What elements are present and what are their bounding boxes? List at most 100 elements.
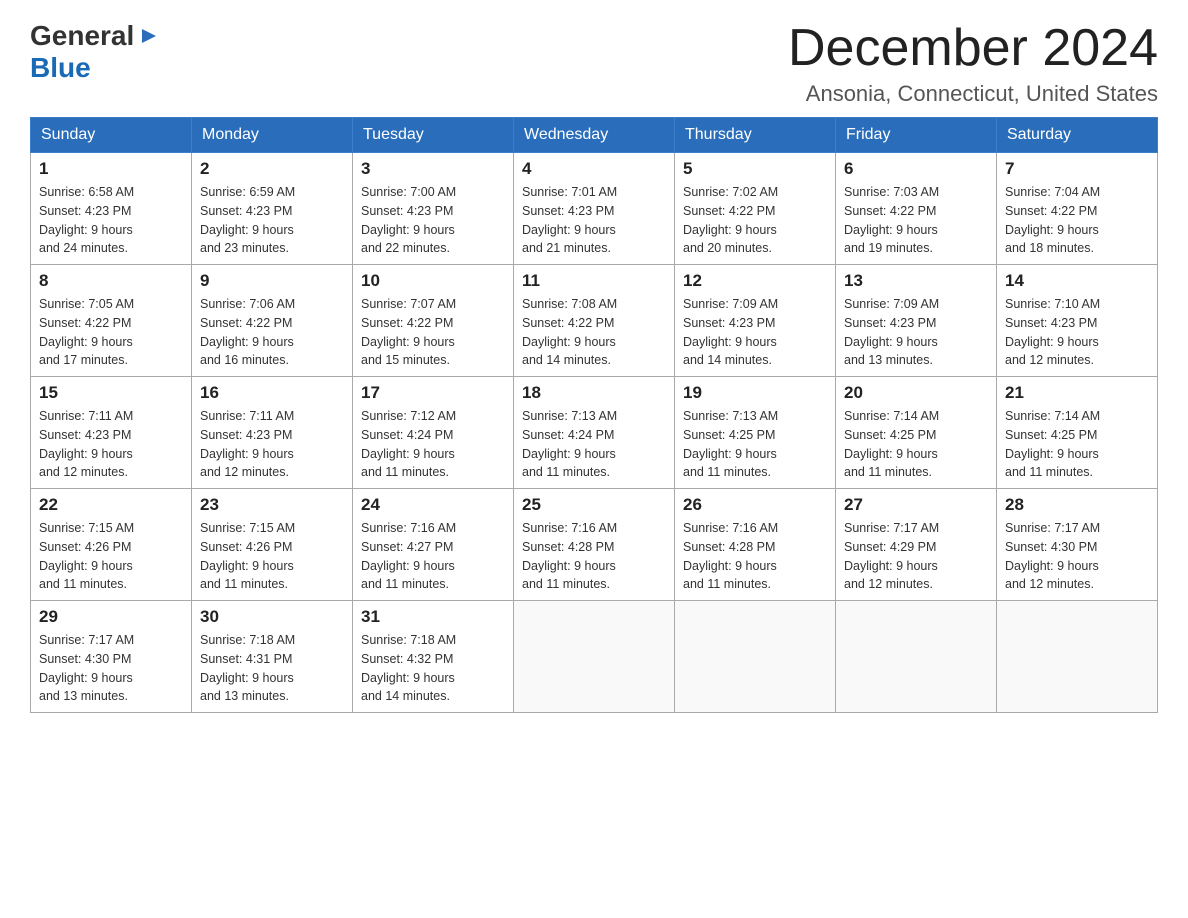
day-info: Sunrise: 6:59 AMSunset: 4:23 PMDaylight:… [200, 183, 344, 258]
day-info: Sunrise: 7:10 AMSunset: 4:23 PMDaylight:… [1005, 295, 1149, 370]
calendar-cell: 18 Sunrise: 7:13 AMSunset: 4:24 PMDayligh… [514, 377, 675, 489]
day-number: 19 [683, 383, 827, 403]
weekday-header-tuesday: Tuesday [353, 118, 514, 153]
day-number: 1 [39, 159, 183, 179]
day-info: Sunrise: 7:03 AMSunset: 4:22 PMDaylight:… [844, 183, 988, 258]
day-info: Sunrise: 7:02 AMSunset: 4:22 PMDaylight:… [683, 183, 827, 258]
day-info: Sunrise: 7:14 AMSunset: 4:25 PMDaylight:… [1005, 407, 1149, 482]
day-number: 11 [522, 271, 666, 291]
calendar-cell: 29 Sunrise: 7:17 AMSunset: 4:30 PMDayligh… [31, 601, 192, 713]
calendar-cell: 31Sunrise: 7:18 AMSunset: 4:32 PMDayligh… [353, 601, 514, 713]
calendar-cell: 14 Sunrise: 7:10 AMSunset: 4:23 PMDayligh… [997, 265, 1158, 377]
day-number: 4 [522, 159, 666, 179]
day-info: Sunrise: 7:15 AMSunset: 4:26 PMDaylight:… [39, 519, 183, 594]
day-number: 20 [844, 383, 988, 403]
day-info: Sunrise: 7:09 AMSunset: 4:23 PMDaylight:… [844, 295, 988, 370]
day-number: 23 [200, 495, 344, 515]
weekday-header-sunday: Sunday [31, 118, 192, 153]
day-number: 15 [39, 383, 183, 403]
calendar-cell: 1Sunrise: 6:58 AMSunset: 4:23 PMDaylight… [31, 153, 192, 265]
calendar-cell: 3 Sunrise: 7:00 AMSunset: 4:23 PMDaylight… [353, 153, 514, 265]
calendar-table: SundayMondayTuesdayWednesdayThursdayFrid… [30, 117, 1158, 713]
calendar-cell: 17 Sunrise: 7:12 AMSunset: 4:24 PMDayligh… [353, 377, 514, 489]
day-number: 31 [361, 607, 505, 627]
day-number: 3 [361, 159, 505, 179]
calendar-cell: 15 Sunrise: 7:11 AMSunset: 4:23 PMDayligh… [31, 377, 192, 489]
day-number: 17 [361, 383, 505, 403]
day-info: Sunrise: 7:08 AMSunset: 4:22 PMDaylight:… [522, 295, 666, 370]
page-header: General Blue December 2024 Ansonia, Conn… [30, 20, 1158, 107]
day-number: 22 [39, 495, 183, 515]
calendar-cell: 12 Sunrise: 7:09 AMSunset: 4:23 PMDayligh… [675, 265, 836, 377]
day-number: 2 [200, 159, 344, 179]
calendar-cell: 6Sunrise: 7:03 AMSunset: 4:22 PMDaylight… [836, 153, 997, 265]
day-info: Sunrise: 7:16 AMSunset: 4:28 PMDaylight:… [683, 519, 827, 594]
day-number: 28 [1005, 495, 1149, 515]
day-number: 16 [200, 383, 344, 403]
day-info: Sunrise: 7:09 AMSunset: 4:23 PMDaylight:… [683, 295, 827, 370]
calendar-cell: 9 Sunrise: 7:06 AMSunset: 4:22 PMDaylight… [192, 265, 353, 377]
month-title: December 2024 [788, 20, 1158, 77]
logo-blue: Blue [30, 52, 91, 83]
day-number: 18 [522, 383, 666, 403]
weekday-header-friday: Friday [836, 118, 997, 153]
day-info: Sunrise: 7:11 AMSunset: 4:23 PMDaylight:… [200, 407, 344, 482]
calendar-cell: 2 Sunrise: 6:59 AMSunset: 4:23 PMDaylight… [192, 153, 353, 265]
day-number: 10 [361, 271, 505, 291]
day-number: 9 [200, 271, 344, 291]
calendar-cell: 22 Sunrise: 7:15 AMSunset: 4:26 PMDayligh… [31, 489, 192, 601]
day-info: Sunrise: 7:00 AMSunset: 4:23 PMDaylight:… [361, 183, 505, 258]
day-number: 27 [844, 495, 988, 515]
weekday-header-monday: Monday [192, 118, 353, 153]
day-info: Sunrise: 7:17 AMSunset: 4:30 PMDaylight:… [39, 631, 183, 706]
calendar-cell [514, 601, 675, 713]
calendar-cell: 19Sunrise: 7:13 AMSunset: 4:25 PMDayligh… [675, 377, 836, 489]
calendar-cell [836, 601, 997, 713]
calendar-cell: 30Sunrise: 7:18 AMSunset: 4:31 PMDayligh… [192, 601, 353, 713]
weekday-header-row: SundayMondayTuesdayWednesdayThursdayFrid… [31, 118, 1158, 153]
calendar-cell: 13Sunrise: 7:09 AMSunset: 4:23 PMDayligh… [836, 265, 997, 377]
day-number: 5 [683, 159, 827, 179]
day-number: 29 [39, 607, 183, 627]
location: Ansonia, Connecticut, United States [788, 81, 1158, 107]
calendar-cell: 21Sunrise: 7:14 AMSunset: 4:25 PMDayligh… [997, 377, 1158, 489]
calendar-week-4: 22 Sunrise: 7:15 AMSunset: 4:26 PMDayligh… [31, 489, 1158, 601]
day-number: 30 [200, 607, 344, 627]
day-number: 24 [361, 495, 505, 515]
calendar-week-3: 15 Sunrise: 7:11 AMSunset: 4:23 PMDayligh… [31, 377, 1158, 489]
day-info: Sunrise: 7:06 AMSunset: 4:22 PMDaylight:… [200, 295, 344, 370]
day-info: Sunrise: 7:01 AMSunset: 4:23 PMDaylight:… [522, 183, 666, 258]
day-info: Sunrise: 7:17 AMSunset: 4:30 PMDaylight:… [1005, 519, 1149, 594]
day-info: Sunrise: 7:16 AMSunset: 4:28 PMDaylight:… [522, 519, 666, 594]
day-number: 7 [1005, 159, 1149, 179]
day-number: 14 [1005, 271, 1149, 291]
calendar-cell: 24Sunrise: 7:16 AMSunset: 4:27 PMDayligh… [353, 489, 514, 601]
day-info: Sunrise: 7:14 AMSunset: 4:25 PMDaylight:… [844, 407, 988, 482]
calendar-cell: 23 Sunrise: 7:15 AMSunset: 4:26 PMDayligh… [192, 489, 353, 601]
day-number: 12 [683, 271, 827, 291]
calendar-week-2: 8 Sunrise: 7:05 AMSunset: 4:22 PMDaylight… [31, 265, 1158, 377]
day-info: Sunrise: 7:15 AMSunset: 4:26 PMDaylight:… [200, 519, 344, 594]
calendar-week-5: 29 Sunrise: 7:17 AMSunset: 4:30 PMDayligh… [31, 601, 1158, 713]
logo: General Blue [30, 20, 160, 84]
weekday-header-wednesday: Wednesday [514, 118, 675, 153]
day-number: 26 [683, 495, 827, 515]
calendar-cell: 5 Sunrise: 7:02 AMSunset: 4:22 PMDaylight… [675, 153, 836, 265]
calendar-cell: 10 Sunrise: 7:07 AMSunset: 4:22 PMDayligh… [353, 265, 514, 377]
day-info: Sunrise: 7:05 AMSunset: 4:22 PMDaylight:… [39, 295, 183, 370]
calendar-cell: 4 Sunrise: 7:01 AMSunset: 4:23 PMDaylight… [514, 153, 675, 265]
day-info: Sunrise: 7:11 AMSunset: 4:23 PMDaylight:… [39, 407, 183, 482]
day-info: Sunrise: 7:12 AMSunset: 4:24 PMDaylight:… [361, 407, 505, 482]
day-info: Sunrise: 7:07 AMSunset: 4:22 PMDaylight:… [361, 295, 505, 370]
calendar-cell: 11 Sunrise: 7:08 AMSunset: 4:22 PMDayligh… [514, 265, 675, 377]
calendar-cell: 28 Sunrise: 7:17 AMSunset: 4:30 PMDayligh… [997, 489, 1158, 601]
calendar-cell: 26 Sunrise: 7:16 AMSunset: 4:28 PMDayligh… [675, 489, 836, 601]
day-info: Sunrise: 7:17 AMSunset: 4:29 PMDaylight:… [844, 519, 988, 594]
weekday-header-thursday: Thursday [675, 118, 836, 153]
calendar-week-1: 1Sunrise: 6:58 AMSunset: 4:23 PMDaylight… [31, 153, 1158, 265]
day-info: Sunrise: 7:13 AMSunset: 4:24 PMDaylight:… [522, 407, 666, 482]
day-number: 8 [39, 271, 183, 291]
calendar-cell: 20 Sunrise: 7:14 AMSunset: 4:25 PMDayligh… [836, 377, 997, 489]
calendar-cell: 25Sunrise: 7:16 AMSunset: 4:28 PMDayligh… [514, 489, 675, 601]
calendar-cell: 16 Sunrise: 7:11 AMSunset: 4:23 PMDayligh… [192, 377, 353, 489]
